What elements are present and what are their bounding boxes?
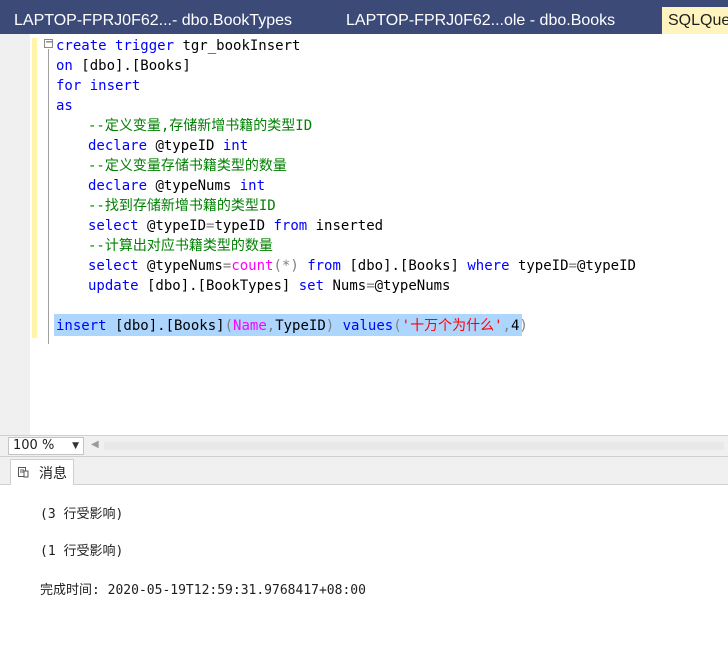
collapse-toggle-icon[interactable]: −	[44, 38, 53, 48]
message-icon	[18, 467, 29, 478]
tab-books[interactable]: LAPTOP-FPRJ0F62...ole - dbo.Books	[332, 7, 662, 34]
code-line-selected: insert [dbo].[Books](Name,TypeID) values…	[56, 318, 528, 334]
editor-status-bar: 100 % ▼ ◀	[0, 435, 728, 457]
code-line: select @typeNums=count(*) from [dbo].[Bo…	[88, 258, 636, 274]
code-comment: --计算出对应书籍类型的数量	[88, 238, 273, 254]
tab-messages-label: 消息	[39, 466, 67, 482]
code-line: update [dbo].[BookTypes] set Nums=@typeN…	[88, 278, 451, 294]
completion-time: 完成时间: 2020-05-19T12:59:31.9768417+08:00	[40, 583, 366, 598]
message-line: (1 行受影响)	[40, 544, 124, 559]
change-tracking-bar	[32, 38, 37, 338]
editor-gutter	[0, 34, 30, 435]
scroll-left-icon[interactable]: ◀	[91, 439, 99, 450]
code-line: declare @typeNums int	[88, 178, 266, 194]
zoom-value: 100 %	[13, 438, 55, 453]
code-line: as	[56, 98, 73, 114]
query-editor[interactable]: − create trigger tgr_bookInsert on [dbo]…	[0, 34, 728, 435]
code-line: select @typeID=typeID from inserted	[88, 218, 384, 234]
tab-sqlquery[interactable]: SQLQue	[662, 7, 728, 34]
code-line: for insert	[56, 78, 141, 94]
message-line: (3 行受影响)	[40, 507, 124, 522]
document-tab-strip: LAPTOP-FPRJ0F62...- dbo.BookTypes LAPTOP…	[0, 0, 728, 34]
zoom-dropdown[interactable]: 100 % ▼	[8, 437, 84, 455]
horizontal-scrollbar[interactable]	[104, 442, 724, 450]
code-comment: --定义变量存储书籍类型的数量	[88, 158, 287, 174]
code-comment: --定义变量,存储新增书籍的类型ID	[88, 118, 313, 134]
code-line: on [dbo].[Books]	[56, 58, 191, 74]
code-line: create trigger tgr_bookInsert	[56, 38, 301, 54]
results-tab-strip: 消息	[0, 457, 728, 485]
fold-guide-line	[48, 49, 49, 344]
tab-booktypes[interactable]: LAPTOP-FPRJ0F62...- dbo.BookTypes	[0, 7, 330, 34]
tab-messages[interactable]: 消息	[10, 459, 74, 485]
code-comment: --找到存储新增书籍的类型ID	[88, 198, 276, 214]
code-line: declare @typeID int	[88, 138, 249, 154]
messages-pane: (3 行受影响) (1 行受影响) 完成时间: 2020-05-19T12:59…	[0, 485, 728, 661]
chevron-down-icon: ▼	[72, 441, 79, 451]
